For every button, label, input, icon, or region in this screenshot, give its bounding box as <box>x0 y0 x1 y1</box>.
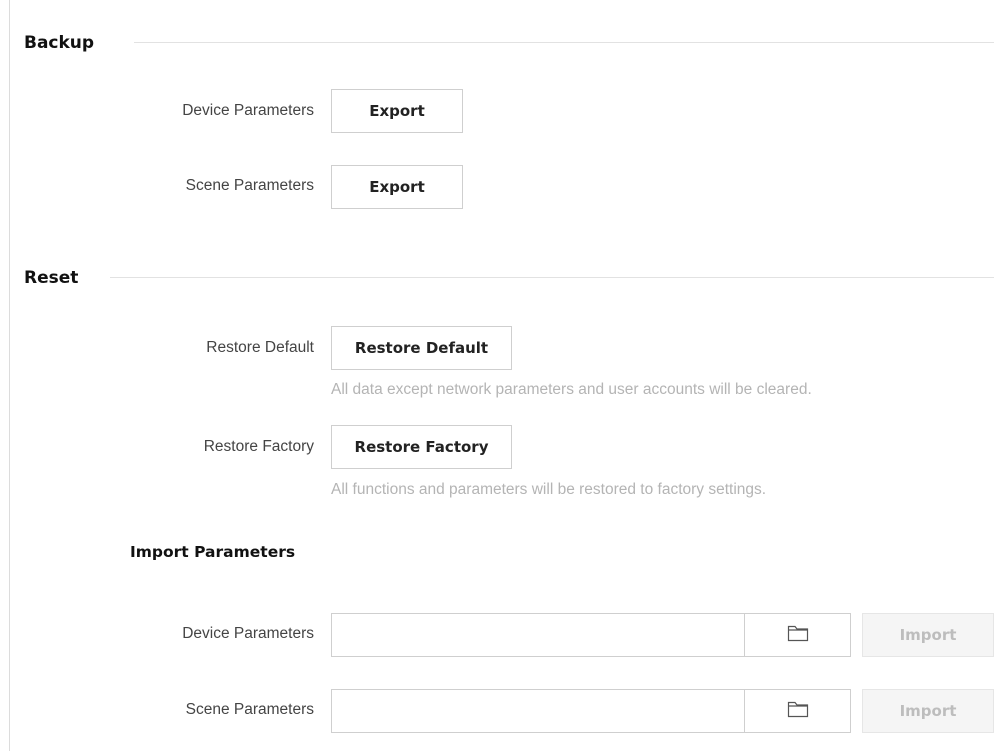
device-file-path-input[interactable] <box>331 613 745 657</box>
restore-factory-hint: All functions and parameters will be res… <box>331 481 767 498</box>
folder-icon <box>787 624 809 647</box>
maintenance-page: Backup Device Parameters Export Scene Pa… <box>0 0 994 751</box>
scene-file-path-input[interactable] <box>331 689 745 733</box>
restore-factory-label: Restore Factory <box>203 438 314 455</box>
backup-section-title: Backup <box>24 33 95 53</box>
import-scene-label: Scene Parameters <box>185 701 314 718</box>
scene-browse-button[interactable] <box>744 689 851 733</box>
restore-default-hint: All data except network parameters and u… <box>331 381 812 398</box>
import-device-button[interactable]: Import <box>862 613 994 657</box>
folder-icon <box>787 700 809 723</box>
restore-factory-button[interactable]: Restore Factory <box>331 425 512 469</box>
reset-divider <box>110 277 994 278</box>
import-section-title: Import Parameters <box>130 543 296 561</box>
backup-divider <box>134 42 994 43</box>
restore-default-label: Restore Default <box>206 339 314 356</box>
restore-default-button[interactable]: Restore Default <box>331 326 512 370</box>
import-scene-button[interactable]: Import <box>862 689 994 733</box>
import-device-label: Device Parameters <box>182 625 314 642</box>
panel-border <box>9 0 10 751</box>
backup-device-label: Device Parameters <box>182 102 314 119</box>
backup-scene-label: Scene Parameters <box>185 177 314 194</box>
export-scene-button[interactable]: Export <box>331 165 463 209</box>
reset-section-title: Reset <box>24 268 79 288</box>
export-device-button[interactable]: Export <box>331 89 463 133</box>
device-browse-button[interactable] <box>744 613 851 657</box>
